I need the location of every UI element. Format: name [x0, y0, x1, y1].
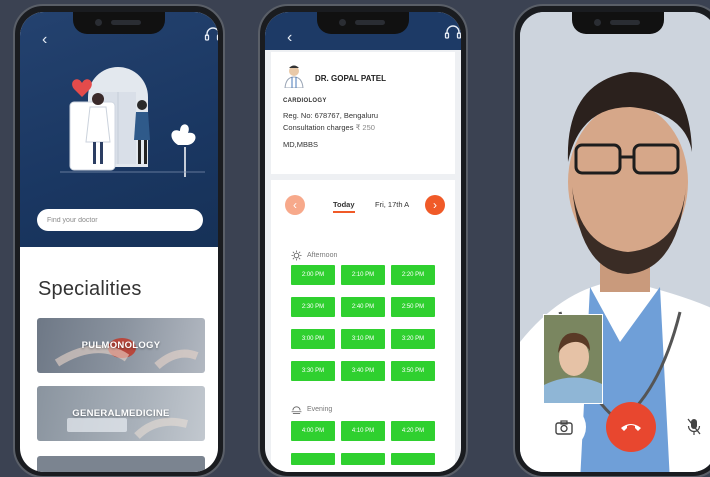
time-slot[interactable]: 4:20 PM — [391, 421, 435, 441]
slot-picker: ‹ Today Fri, 17th A › Afternoon 2:00 PM … — [271, 180, 455, 472]
side-button — [223, 192, 225, 214]
evening-icon — [291, 406, 302, 414]
next-date-button[interactable]: › — [425, 195, 445, 215]
mute-button[interactable] — [672, 405, 710, 449]
time-slot[interactable]: 4:10 PM — [341, 421, 385, 441]
afternoon-header: Afternoon — [291, 250, 337, 261]
fee-label: Consultation charges — [283, 123, 354, 132]
doctor-speciality: CARDIOLOGY — [283, 98, 327, 104]
time-slot-partial[interactable] — [291, 453, 335, 465]
phone-video-call — [513, 4, 710, 477]
phone-booking: ‹ DR. GOPAL PATEL CARDIOLOGY Reg. No: 67… — [258, 4, 468, 477]
time-slot[interactable]: 3:40 PM — [341, 361, 385, 381]
phone-notch — [73, 12, 165, 34]
fee-amount: ₹ 250 — [355, 123, 375, 132]
doctor-registration: Reg. No: 678767, Bengaluru — [283, 111, 379, 120]
back-arrow-icon[interactable]: ‹ — [42, 32, 47, 48]
tab-today[interactable]: Today — [333, 200, 355, 213]
doctor-illustration — [60, 67, 205, 177]
time-slot[interactable]: 2:40 PM — [341, 297, 385, 317]
back-arrow-icon[interactable]: ‹ — [287, 30, 292, 46]
specialities-title: Specialities — [38, 278, 142, 300]
end-call-button[interactable] — [606, 402, 656, 452]
speciality-card-partial[interactable] — [37, 456, 205, 472]
end-call-icon — [621, 424, 641, 431]
time-slot[interactable]: 2:20 PM — [391, 265, 435, 285]
time-slot[interactable]: 4:00 PM — [291, 421, 335, 441]
camera-icon — [555, 419, 573, 435]
phone-notch — [572, 12, 664, 34]
prev-date-button[interactable]: ‹ — [285, 195, 305, 215]
home-screen: ‹ Find your doctor Specialities PULMONOL… — [20, 12, 218, 472]
time-slot[interactable]: 2:50 PM — [391, 297, 435, 317]
phone-notch — [317, 12, 409, 34]
sun-icon — [291, 250, 302, 261]
speciality-card-pulmonology[interactable]: PULMONOLOGY — [37, 318, 205, 373]
speciality-label: GENERALMEDICINE — [72, 408, 170, 419]
time-slot[interactable]: 3:10 PM — [341, 329, 385, 349]
doctor-card: DR. GOPAL PATEL CARDIOLOGY Reg. No: 6787… — [271, 52, 455, 174]
time-slot[interactable]: 2:00 PM — [291, 265, 335, 285]
video-call-screen — [520, 12, 710, 472]
doctor-avatar — [284, 65, 304, 88]
booking-screen: ‹ DR. GOPAL PATEL CARDIOLOGY Reg. No: 67… — [265, 12, 461, 472]
evening-header: Evening — [291, 405, 332, 414]
time-slot-partial[interactable] — [391, 453, 435, 465]
tab-date[interactable]: Fri, 17th A — [375, 200, 409, 209]
time-slot[interactable]: 2:10 PM — [341, 265, 385, 285]
self-video-image — [544, 315, 602, 403]
afternoon-label: Afternoon — [307, 252, 338, 259]
doctor-name: DR. GOPAL PATEL — [315, 74, 386, 83]
time-slot[interactable]: 2:30 PM — [291, 297, 335, 317]
time-slot-partial[interactable] — [341, 453, 385, 465]
hero-banner: ‹ — [20, 12, 218, 247]
speciality-card-generalmedicine[interactable]: GENERALMEDICINE — [37, 386, 205, 441]
time-slot[interactable]: 3:00 PM — [291, 329, 335, 349]
headset-icon[interactable] — [444, 24, 461, 40]
consultation-fee: Consultation charges ₹ 250 — [283, 123, 375, 132]
evening-label: Evening — [307, 406, 333, 413]
camera-button[interactable] — [542, 405, 586, 449]
time-slot[interactable]: 3:50 PM — [391, 361, 435, 381]
speciality-label: PULMONOLOGY — [81, 340, 161, 351]
time-slot[interactable]: 3:20 PM — [391, 329, 435, 349]
time-slot[interactable]: 3:30 PM — [291, 361, 335, 381]
headset-icon[interactable] — [204, 26, 218, 42]
self-video[interactable] — [543, 314, 603, 404]
doctor-degrees: MD,MBBS — [283, 140, 319, 149]
search-input[interactable] — [37, 209, 203, 231]
mic-off-icon — [687, 418, 701, 435]
phone-home: ‹ Find your doctor Specialities PULMONOL… — [13, 4, 225, 477]
